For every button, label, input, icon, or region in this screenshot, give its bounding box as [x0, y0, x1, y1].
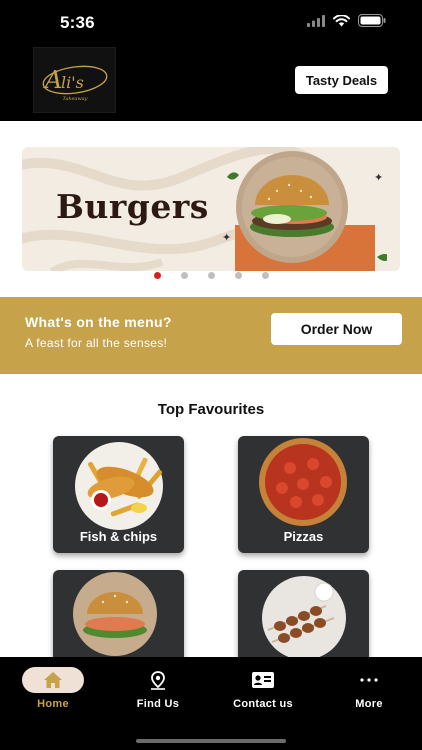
menu-strip-title: What's on the menu?	[25, 314, 172, 330]
nav-label: Find Us	[136, 698, 180, 710]
brand-logo[interactable]: A li's Takeaway	[33, 47, 116, 113]
app-header: 5:36 A li's Takeaway Tasty Deals	[0, 0, 422, 121]
favourite-card-pizzas[interactable]: Pizzas	[238, 436, 369, 553]
more-icon	[360, 678, 378, 682]
promo-banner[interactable]: Burgers ✦ ✦	[22, 147, 400, 271]
nav-item-home[interactable]: Home	[8, 667, 98, 710]
nav-label: Home	[37, 698, 69, 710]
menu-promo-strip: What's on the menu? A feast for all the …	[0, 297, 422, 374]
nav-icon-wrap	[232, 667, 294, 693]
home-icon	[44, 672, 62, 688]
svg-text:Takeaway: Takeaway	[62, 96, 87, 102]
wifi-icon	[333, 14, 350, 32]
favourite-card-fish-chips[interactable]: Fish & chips	[53, 436, 184, 553]
nav-item-more[interactable]: More	[324, 667, 414, 710]
nav-icon-wrap	[338, 667, 400, 693]
status-icons	[307, 14, 386, 32]
menu-strip-subtitle: A feast for all the senses!	[25, 336, 168, 350]
order-now-button[interactable]: Order Now	[271, 313, 402, 345]
nav-active-pill	[22, 667, 84, 693]
battery-icon	[358, 14, 386, 32]
nav-item-find-us[interactable]: Find Us	[113, 667, 203, 710]
nav-item-contact-us[interactable]: Contact us	[218, 667, 308, 710]
banner-title: Burgers	[56, 187, 209, 226]
signal-icon	[307, 14, 325, 32]
carousel-dot[interactable]	[261, 272, 269, 279]
tasty-deals-button[interactable]: Tasty Deals	[295, 66, 388, 94]
logo-mark: A li's Takeaway	[42, 65, 107, 102]
bottom-navigation: Home Find Us Contact us More	[0, 657, 422, 750]
carousel-dot[interactable]	[180, 272, 188, 279]
status-time: 5:36	[60, 13, 95, 32]
nav-icon-wrap	[127, 667, 189, 693]
favourite-label: Pizzas	[283, 529, 324, 544]
carousel-dot[interactable]	[234, 272, 242, 279]
svg-text:li's: li's	[61, 73, 84, 92]
sparkle-icon: ✦	[222, 232, 232, 244]
sparkle-icon: ✦	[374, 172, 384, 184]
status-bar: 5:36	[0, 0, 422, 46]
home-indicator[interactable]	[136, 739, 286, 743]
nav-label: More	[355, 698, 383, 710]
favourites-heading: Top Favourites	[157, 401, 265, 418]
carousel-dots	[0, 272, 422, 279]
carousel-dot-active[interactable]	[153, 272, 161, 279]
burger-image	[227, 151, 387, 263]
svg-text:A: A	[43, 66, 62, 94]
nav-label: Contact us	[233, 698, 293, 710]
map-pin-icon	[151, 671, 165, 690]
contact-card-icon	[252, 672, 274, 688]
carousel-dot[interactable]	[207, 272, 215, 279]
favourite-label: Fish & chips	[79, 529, 158, 544]
